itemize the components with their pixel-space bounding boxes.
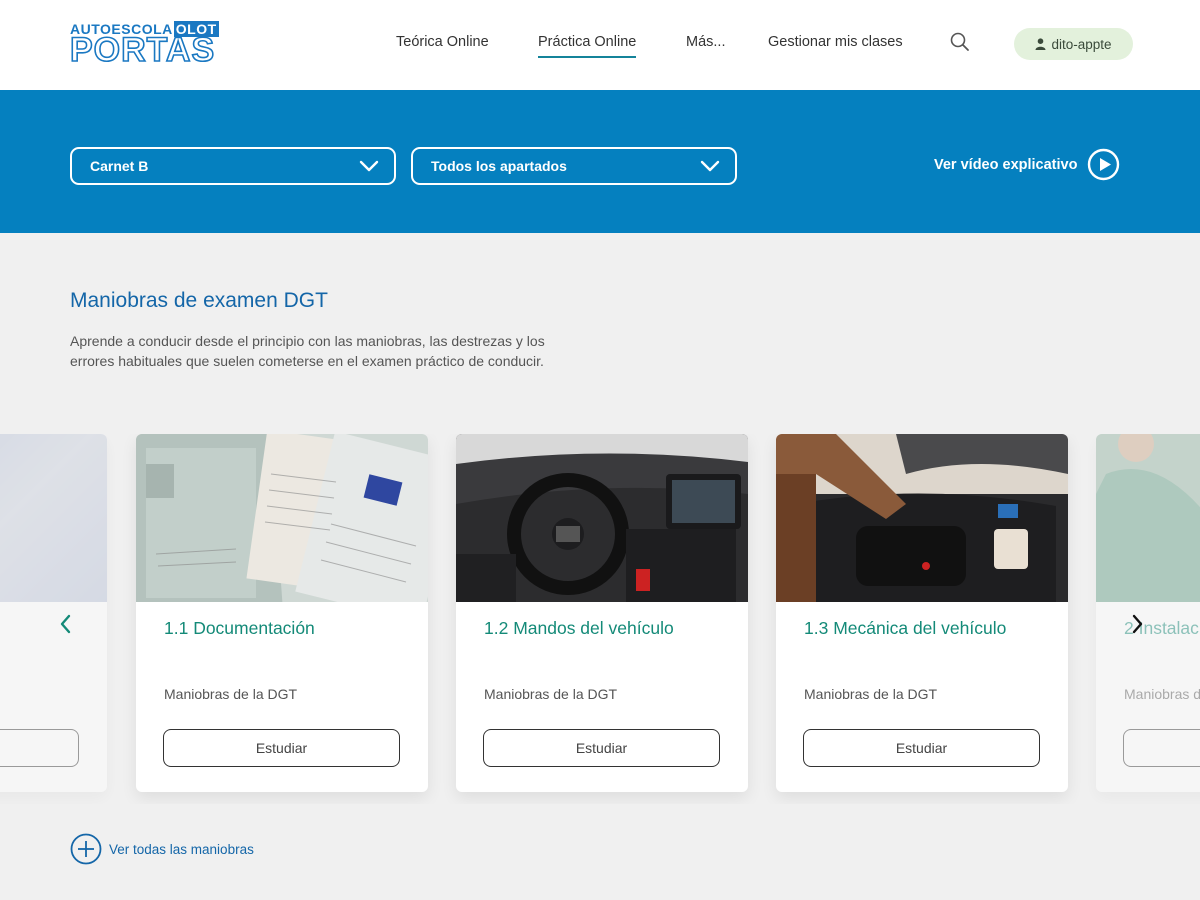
study-button[interactable] (1123, 729, 1200, 767)
card-title: 1.2 Mandos del vehículo (484, 618, 674, 638)
watch-video-label: Ver vídeo explicativo (934, 156, 1078, 173)
section-select[interactable]: Todos los apartados (411, 147, 737, 185)
chevron-down-icon (359, 160, 379, 172)
license-select[interactable]: Carnet B (70, 147, 396, 185)
nav-practica-online[interactable]: Práctica Online (538, 34, 637, 58)
section-select-value: Todos los apartados (431, 158, 567, 174)
gradient-image (0, 434, 107, 602)
carousel-card[interactable]: 1.1 Documentación Maniobras de la DGT Es… (136, 434, 428, 792)
plus-circle-icon (70, 833, 102, 865)
driver-image (1096, 434, 1200, 602)
maneuvers-carousel: 1.1 Documentación Maniobras de la DGT Es… (0, 434, 1200, 804)
chevron-down-icon (700, 160, 720, 172)
nav-gestionar-clases[interactable]: Gestionar mis clases (768, 34, 903, 50)
play-circle-icon (1088, 148, 1120, 181)
card-title: 1.3 Mecánica del vehículo (804, 618, 1007, 638)
vehicle-documents-image (136, 434, 428, 602)
logo[interactable]: AUTOESCOLA OLOT PORTAS (69, 21, 258, 69)
nav-teorica-online[interactable]: Teórica Online (396, 34, 489, 50)
study-button[interactable]: Estudiar (483, 729, 720, 767)
see-all-label: Ver todas las maniobras (109, 841, 254, 857)
user-icon (1035, 38, 1046, 50)
card-subtitle: Maniobras d (1124, 686, 1200, 702)
study-button[interactable]: Estudiar (803, 729, 1040, 767)
license-select-value: Carnet B (90, 158, 149, 174)
watch-video-link[interactable]: Ver vídeo explicativo (934, 148, 1120, 181)
card-subtitle: Maniobras de la DGT (484, 686, 618, 702)
filter-banner: Carnet B Todos los apartados Ver vídeo e… (0, 90, 1200, 233)
section-description: Aprende a conducir desde el principio co… (70, 333, 545, 369)
top-header: AUTOESCOLA OLOT PORTAS Teórica Online Prá… (0, 0, 1200, 90)
user-name: dito-appte (1051, 36, 1112, 52)
user-menu-button[interactable]: dito-appte (1014, 28, 1133, 60)
see-all-maneuvers-link[interactable]: Ver todas las maniobras (70, 833, 254, 865)
section-title: Maniobras de examen DGT (70, 289, 328, 312)
car-engine-image (776, 434, 1068, 602)
card-subtitle: Maniobras de la DGT (164, 686, 298, 702)
car-dashboard-image (456, 434, 748, 602)
card-title: 1.1 Documentación (164, 618, 315, 638)
chevron-left-icon[interactable] (52, 610, 80, 638)
carousel-card[interactable]: 1.3 Mecánica del vehículo Maniobras de l… (776, 434, 1068, 792)
logo-main-text: PORTAS (69, 31, 216, 69)
study-button[interactable]: Estudiar (163, 729, 400, 767)
chevron-right-icon[interactable] (1124, 610, 1152, 638)
search-icon[interactable] (948, 30, 972, 54)
nav-mas[interactable]: Más... (686, 34, 725, 50)
carousel-card[interactable]: 1.2 Mandos del vehículo Maniobras de la … (456, 434, 748, 792)
card-subtitle: Maniobras de la DGT (804, 686, 938, 702)
study-button[interactable] (0, 729, 79, 767)
